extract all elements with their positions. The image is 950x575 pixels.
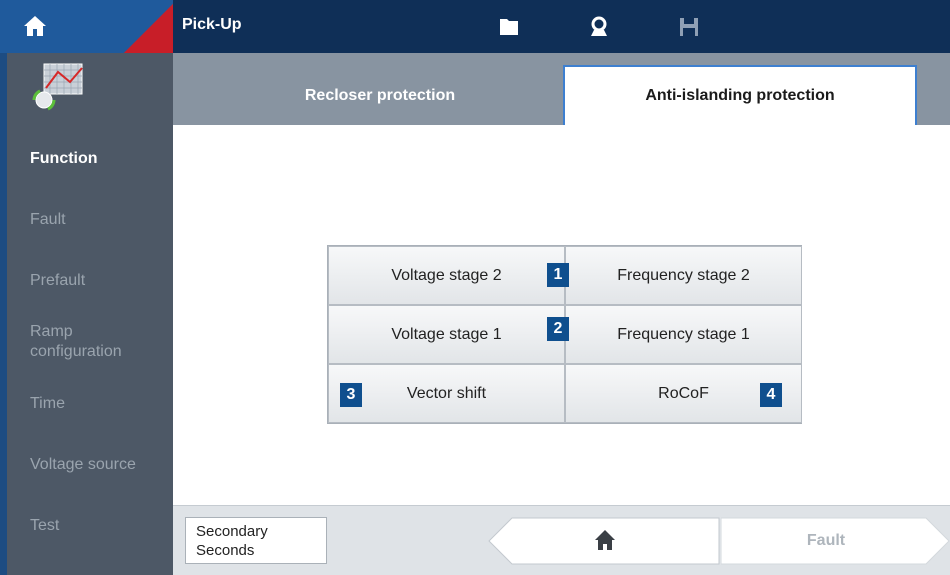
tab-bar: Recloser protection Anti-islanding prote… — [173, 53, 950, 125]
back-home-button[interactable] — [488, 517, 720, 565]
tab-anti-islanding-protection[interactable]: Anti-islanding protection — [563, 65, 917, 125]
secondary-seconds-button[interactable]: Secondary Seconds — [185, 517, 327, 564]
sidebar-item-ramp-configuration[interactable]: Ramp configuration — [30, 322, 150, 362]
home-button[interactable] — [0, 0, 173, 53]
pickup-app-icon — [32, 63, 83, 111]
user-icon[interactable] — [588, 16, 610, 38]
next-fault-label: Fault — [806, 532, 846, 549]
badge-4: 4 — [760, 383, 782, 407]
home-icon — [24, 16, 46, 36]
page-title: Pick-Up — [182, 16, 242, 33]
sidebar-item-voltage-source[interactable]: Voltage source — [30, 455, 136, 475]
badge-1: 1 — [547, 263, 569, 287]
sidebar-item-function[interactable]: Function — [30, 149, 98, 169]
folder-icon[interactable] — [498, 16, 520, 38]
sidebar-item-fault[interactable]: Fault — [30, 210, 66, 230]
function-grid: Voltage stage 2 Frequency stage 2 Voltag… — [327, 245, 802, 424]
badge-2: 2 — [547, 317, 569, 341]
save-icon[interactable] — [678, 16, 700, 38]
voltage-stage-1-button[interactable]: Voltage stage 1 — [328, 305, 565, 364]
vector-shift-button[interactable]: Vector shift — [328, 364, 565, 423]
sidebar-accent — [0, 53, 7, 575]
frequency-stage-1-button[interactable]: Frequency stage 1 — [565, 305, 802, 364]
next-fault-button[interactable]: Fault — [721, 517, 950, 565]
sidebar-item-prefault[interactable]: Prefault — [30, 271, 85, 291]
voltage-stage-2-button[interactable]: Voltage stage 2 — [328, 246, 565, 305]
badge-3: 3 — [340, 383, 362, 407]
sidebar — [0, 53, 173, 575]
sidebar-item-test[interactable]: Test — [30, 516, 59, 536]
frequency-stage-2-button[interactable]: Frequency stage 2 — [565, 246, 802, 305]
tab-recloser-protection[interactable]: Recloser protection — [197, 67, 563, 125]
sidebar-item-time[interactable]: Time — [30, 394, 65, 414]
